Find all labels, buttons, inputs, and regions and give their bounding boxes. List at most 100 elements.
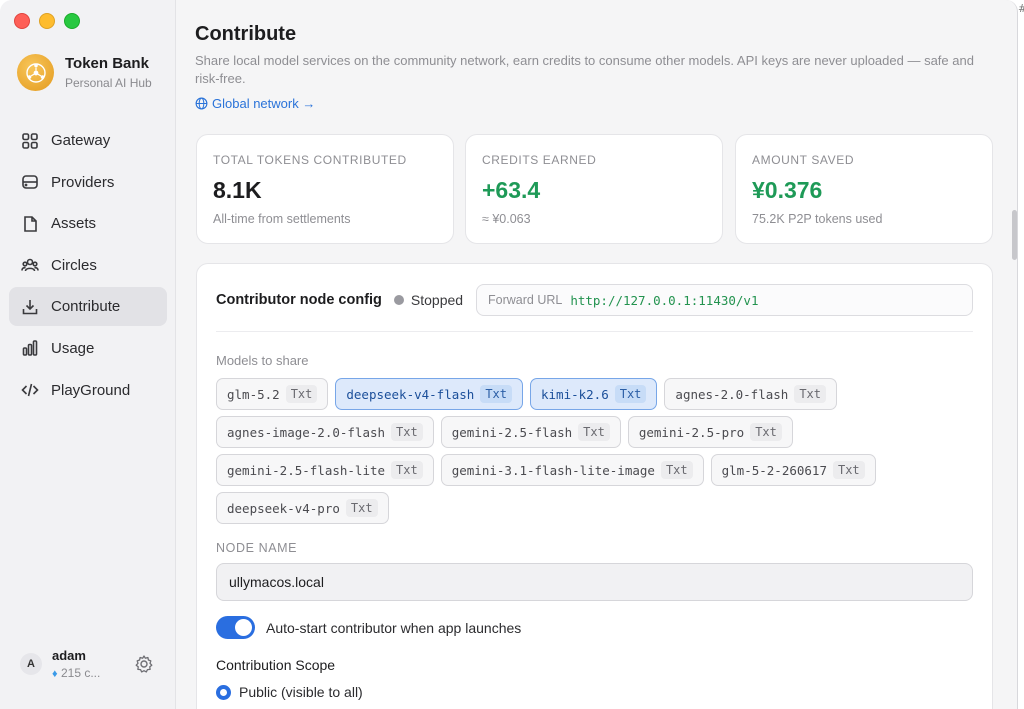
model-chip-name: gemini-3.1-flash-lite-image bbox=[451, 462, 655, 478]
scope-public-radio[interactable] bbox=[216, 684, 231, 700]
sidebar-item-gateway[interactable]: Gateway bbox=[9, 121, 167, 160]
model-chip-tag: Txt bbox=[345, 499, 378, 517]
sidebar-item-label: Gateway bbox=[51, 132, 111, 149]
user-credits-value: 215 c... bbox=[60, 666, 101, 680]
stat-value: 8.1K bbox=[213, 177, 262, 203]
model-chip-name: deepseek-v4-pro bbox=[227, 500, 340, 516]
scope-option-label: Public (visible to all) bbox=[239, 684, 363, 700]
model-chip-tag: Txt bbox=[614, 385, 647, 403]
main-content: Contribute Share local model services on… bbox=[177, 0, 1017, 709]
model-chip-name: gemini-2.5-flash-lite bbox=[227, 462, 386, 478]
token-bank-logo-icon bbox=[17, 54, 54, 91]
auto-start-toggle[interactable] bbox=[216, 616, 255, 639]
brand: Token Bank Personal AI Hub bbox=[17, 54, 152, 91]
auto-start-label: Auto-start contributor when app launches bbox=[266, 619, 522, 636]
document-icon bbox=[24, 215, 37, 232]
toggle-knob bbox=[235, 619, 252, 636]
gear-icon[interactable] bbox=[134, 654, 154, 674]
bar-chart-icon bbox=[22, 340, 38, 357]
stat-subtext: ≈ ¥0.063 bbox=[482, 212, 531, 226]
config-header: Contributor node config Stopped Forward … bbox=[216, 284, 973, 316]
forward-url-label: Forward URL bbox=[488, 293, 563, 307]
global-network-label: Global network → bbox=[212, 96, 316, 111]
model-chip-tag: Txt bbox=[391, 423, 423, 441]
model-chip-tag: Txt bbox=[660, 461, 693, 479]
model-chip-name: kimi-k2.6 bbox=[541, 386, 609, 402]
stat-label: CREDITS EARNED bbox=[482, 153, 597, 167]
model-chip[interactable]: deepseek-v4-pro Txt bbox=[216, 492, 389, 524]
sidebar-item-label: Assets bbox=[51, 215, 97, 233]
model-chip[interactable]: gemini-2.5-pro Txt bbox=[627, 416, 793, 448]
model-chip[interactable]: gemini-2.5-flash Txt bbox=[440, 416, 621, 448]
sidebar-item-label: Circles bbox=[51, 256, 97, 274]
model-chip-name: glm-5.2 bbox=[227, 386, 280, 402]
divider bbox=[216, 331, 973, 332]
diamond-icon: ♦ bbox=[52, 668, 58, 680]
window-edge: # bbox=[1018, 0, 1024, 709]
page-title: Contribute bbox=[195, 23, 297, 45]
scope-option-public[interactable]: Public (visible to all) bbox=[216, 684, 363, 700]
sidebar-item-providers[interactable]: Providers bbox=[9, 163, 167, 202]
sidebar-item-contribute[interactable]: Contribute bbox=[9, 287, 167, 327]
model-chip-tag: Txt bbox=[832, 461, 865, 479]
contributor-config-panel: Contributor node config Stopped Forward … bbox=[196, 263, 993, 709]
sidebar-nav: Gateway Providers Assets Circles Contrib… bbox=[9, 121, 167, 412]
config-title: Contributor node config bbox=[216, 292, 382, 308]
model-chip-list: glm-5.2 Txt deepseek-v4-flash Txt kimi-k2.6 T… bbox=[216, 378, 976, 524]
sidebar-item-label: PlayGround bbox=[51, 381, 131, 399]
model-chip[interactable]: glm-5.2 Txt bbox=[216, 378, 329, 410]
app-name: Token Bank bbox=[65, 55, 149, 72]
contribution-scope-title: Contribution Scope bbox=[216, 657, 336, 673]
model-chip[interactable]: kimi-k2.6 Txt bbox=[530, 378, 658, 410]
sidebar-item-label: Providers bbox=[51, 173, 115, 191]
model-chip-tag: Txt bbox=[578, 423, 610, 441]
global-network-link[interactable]: Global network → bbox=[195, 96, 315, 111]
model-chip-name: gemini-2.5-pro bbox=[638, 424, 745, 440]
model-chip[interactable]: glm-5-2-260617 Txt bbox=[710, 454, 876, 486]
stat-card-tokens: TOTAL TOKENS CONTRIBUTED 8.1K All-time f… bbox=[196, 134, 454, 244]
app-window: Token Bank Personal AI Hub Gateway Provi… bbox=[0, 0, 1018, 709]
model-chip-tag: Txt bbox=[794, 385, 826, 403]
model-chip[interactable]: agnes-image-2.0-flash Txt bbox=[216, 416, 434, 448]
grid-icon bbox=[22, 132, 38, 149]
sidebar-item-assets[interactable]: Assets bbox=[9, 204, 167, 243]
code-icon bbox=[21, 383, 39, 397]
forward-url-field[interactable]: Forward URL http://127.0.0.1:11430/v1 bbox=[476, 284, 973, 316]
status-dot-icon bbox=[393, 295, 404, 305]
models-label: Models to share bbox=[216, 353, 309, 368]
stat-label: TOTAL TOKENS CONTRIBUTED bbox=[213, 153, 407, 167]
window-controls bbox=[14, 13, 80, 29]
stat-label: AMOUNT SAVED bbox=[752, 153, 855, 167]
model-chip[interactable]: gemini-2.5-flash-lite Txt bbox=[216, 454, 434, 486]
node-name-input[interactable]: ullymacos.local bbox=[216, 563, 973, 601]
stat-subtext: 75.2K P2P tokens used bbox=[752, 212, 883, 226]
user-profile[interactable]: A adam ♦ 215 c... bbox=[20, 645, 160, 683]
model-chip[interactable]: agnes-2.0-flash Txt bbox=[664, 378, 837, 410]
sidebar-item-label: Usage bbox=[51, 339, 95, 357]
download-icon bbox=[22, 299, 38, 315]
auto-start-row: Auto-start contributor when app launches bbox=[216, 616, 521, 639]
sidebar-item-playground[interactable]: PlayGround bbox=[9, 371, 167, 410]
status-badge: Stopped bbox=[393, 292, 463, 308]
model-chip[interactable]: gemini-3.1-flash-lite-image Txt bbox=[440, 454, 704, 486]
sidebar-item-label: Contribute bbox=[51, 298, 121, 316]
zoom-window-button[interactable] bbox=[64, 13, 80, 29]
sidebar-item-circles[interactable]: Circles bbox=[9, 246, 167, 285]
stat-card-credits: CREDITS EARNED +63.4 ≈ ¥0.063 bbox=[465, 134, 723, 244]
model-chip-name: agnes-image-2.0-flash bbox=[227, 424, 386, 440]
stat-card-saved: AMOUNT SAVED ¥0.376 75.2K P2P tokens use… bbox=[735, 134, 993, 244]
node-name-label: NODE NAME bbox=[216, 541, 298, 555]
sidebar-item-usage[interactable]: Usage bbox=[9, 329, 167, 368]
minimize-window-button[interactable] bbox=[39, 13, 55, 29]
user-name: adam bbox=[52, 648, 86, 663]
app-subtitle: Personal AI Hub bbox=[65, 76, 152, 90]
model-chip-tag: Txt bbox=[285, 385, 318, 403]
users-icon bbox=[21, 258, 39, 272]
model-chip-name: deepseek-v4-flash bbox=[346, 386, 475, 402]
close-window-button[interactable] bbox=[14, 13, 30, 29]
stat-subtext: All-time from settlements bbox=[213, 212, 351, 226]
forward-url-value: http://127.0.0.1:11430/v1 bbox=[570, 292, 759, 308]
stat-value: ¥0.376 bbox=[752, 177, 823, 203]
model-chip[interactable]: deepseek-v4-flash Txt bbox=[335, 378, 523, 410]
scrollbar-thumb[interactable] bbox=[1012, 210, 1017, 260]
